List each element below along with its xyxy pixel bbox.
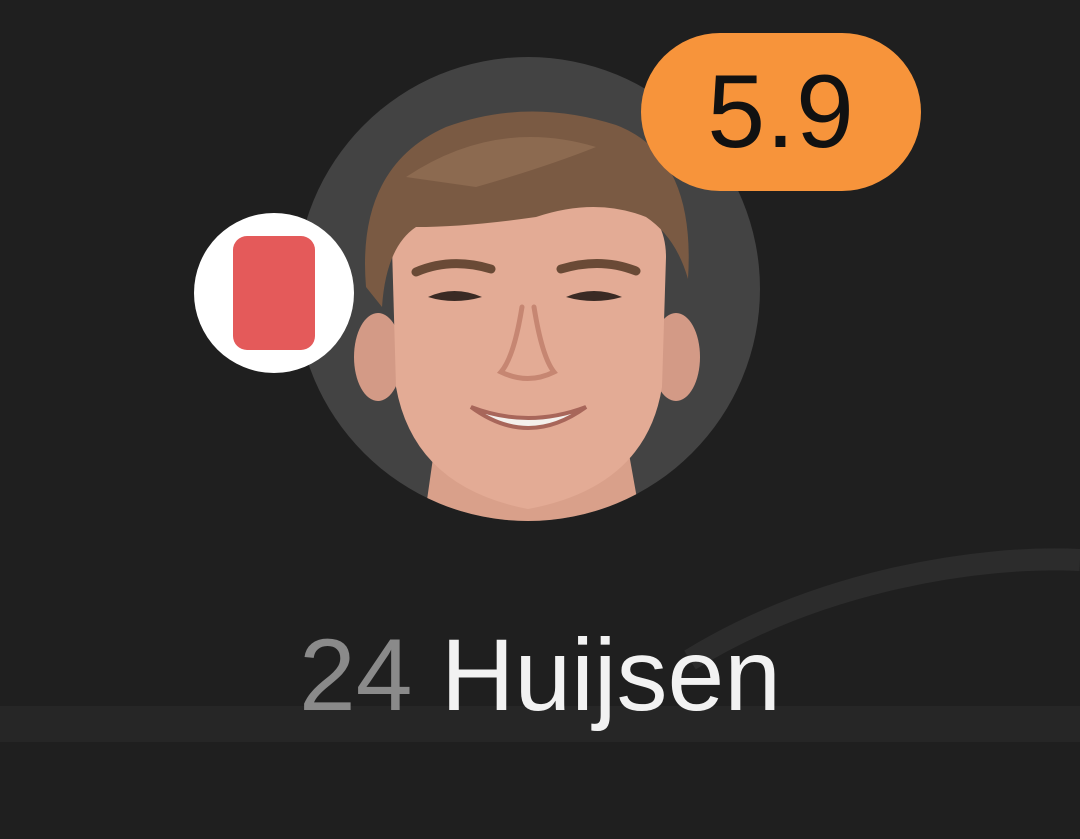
player-card[interactable]: 5.9 24 Huijsen: [0, 0, 1080, 839]
rating-badge: 5.9: [641, 33, 921, 191]
player-rating: 5.9: [707, 54, 855, 170]
red-card-icon: [233, 236, 315, 350]
card-badge: [194, 213, 354, 373]
lineup-view: 5.9 24 Huijsen: [0, 0, 1080, 839]
shirt-number: 24: [299, 618, 413, 732]
player-name: Huijsen: [440, 618, 781, 732]
player-label: 24 Huijsen: [0, 621, 1080, 729]
